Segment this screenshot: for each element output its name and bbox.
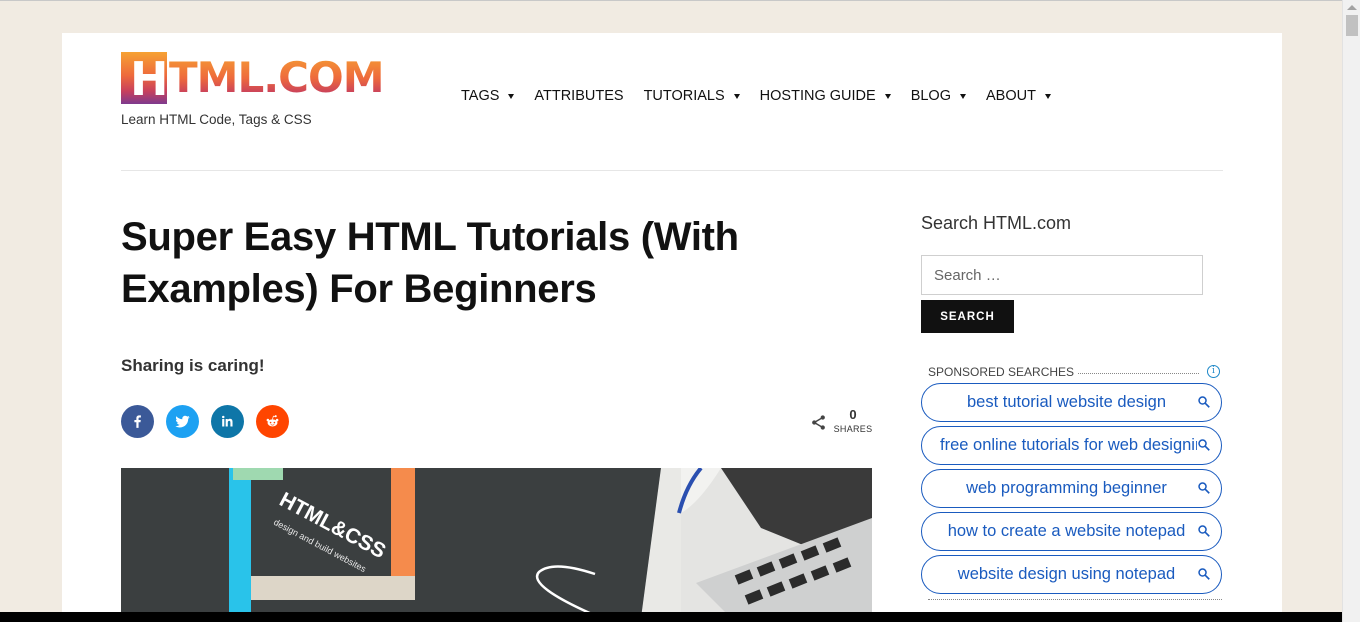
search-icon — [1198, 396, 1210, 408]
search-input[interactable] — [921, 255, 1203, 295]
sidebar-search-title: Search HTML.com — [921, 213, 1072, 233]
sponsored-search-text: free online tutorials for web designing — [940, 436, 1197, 454]
nav-label: TAGS — [461, 88, 500, 104]
share-counter: 0 SHARES — [810, 407, 880, 437]
sponsored-search-item[interactable]: best tutorial website design — [921, 383, 1222, 422]
nav-label: BLOG — [910, 88, 951, 104]
sponsored-search-item[interactable]: how to create a website notepad — [921, 512, 1222, 551]
nav-item-tags[interactable]: TAGS — [461, 88, 515, 104]
logo-text: TML.COM — [169, 53, 384, 102]
main-nav: TAGS ATTRIBUTES TUTORIALS HOSTING GUIDE … — [461, 88, 1071, 104]
twitter-icon — [175, 415, 190, 428]
nav-item-hosting-guide[interactable]: HOSTING GUIDE — [760, 88, 891, 104]
nav-label: HOSTING GUIDE — [759, 88, 876, 104]
reddit-share-button[interactable] — [256, 405, 289, 438]
share-count-number: 0 — [849, 407, 857, 422]
sponsored-searches-header: SPONSORED SEARCHES i — [928, 364, 1222, 380]
hero-image: HTML&CSS design and build websites — [121, 468, 872, 612]
scrollbar-thumb[interactable] — [1346, 15, 1358, 36]
sponsored-search-item[interactable]: website design using notepad — [921, 555, 1222, 594]
facebook-share-button[interactable] — [121, 405, 154, 438]
window-top-border — [0, 0, 1342, 1]
search-icon — [1198, 568, 1210, 580]
article-title: Super Easy HTML Tutorials (With Examples… — [121, 215, 739, 311]
sponsored-dotted-rule — [1078, 373, 1199, 374]
caret-down-icon — [733, 93, 740, 99]
twitter-share-button[interactable] — [166, 405, 199, 438]
info-icon[interactable]: i — [1207, 365, 1220, 378]
nav-label: ABOUT — [985, 88, 1036, 104]
nav-item-attributes[interactable]: ATTRIBUTES — [534, 88, 623, 104]
sponsored-search-item[interactable]: web programming beginner — [921, 469, 1222, 508]
share-label: Sharing is caring! — [121, 356, 265, 375]
sponsored-search-item[interactable]: free online tutorials for web designing — [921, 426, 1222, 465]
share-count-label: SHARES — [833, 424, 873, 434]
sponsored-search-text: web programming beginner — [966, 479, 1167, 497]
caret-down-icon — [508, 93, 515, 99]
logo-letter: H — [130, 52, 169, 106]
linkedin-share-button[interactable] — [211, 405, 244, 438]
search-icon — [1198, 482, 1210, 494]
reddit-icon — [266, 415, 279, 427]
caret-down-icon — [959, 93, 966, 99]
nav-item-tutorials[interactable]: TUTORIALS — [644, 88, 740, 104]
bottom-black-bar — [0, 612, 1342, 622]
nav-item-blog[interactable]: BLOG — [911, 88, 966, 104]
site-logo[interactable]: H TML.COM — [121, 52, 384, 106]
nav-label: ATTRIBUTES — [534, 88, 624, 104]
sponsored-search-text: website design using notepad — [957, 565, 1176, 583]
vertical-scrollbar[interactable] — [1342, 0, 1360, 622]
page-container: H TML.COM Learn HTML Code, Tags & CSS TA… — [62, 33, 1282, 612]
nav-item-about[interactable]: ABOUT — [986, 88, 1051, 104]
search-icon — [1198, 525, 1210, 537]
hero-illustration: HTML&CSS design and build websites — [121, 468, 872, 612]
header-divider — [121, 170, 1223, 171]
sponsored-footer-rule — [928, 599, 1222, 600]
sponsored-search-text: best tutorial website design — [966, 393, 1167, 411]
facebook-icon — [134, 415, 141, 428]
search-icon — [1198, 439, 1210, 451]
scroll-up-arrow-icon[interactable] — [1347, 5, 1357, 10]
logo-h-block: H — [121, 52, 169, 106]
caret-down-icon — [1044, 93, 1051, 99]
social-share-buttons — [121, 405, 301, 438]
sponsored-search-list: best tutorial website design free online… — [921, 383, 1222, 598]
caret-down-icon — [884, 93, 891, 99]
linkedin-icon — [221, 415, 233, 427]
sponsored-search-text: how to create a website notepad — [947, 522, 1186, 540]
site-tagline: Learn HTML Code, Tags & CSS — [121, 112, 312, 127]
share-icon — [812, 415, 825, 430]
nav-label: TUTORIALS — [643, 88, 725, 104]
search-button[interactable]: SEARCH — [921, 300, 1014, 333]
sponsored-label: SPONSORED SEARCHES — [928, 365, 1079, 379]
